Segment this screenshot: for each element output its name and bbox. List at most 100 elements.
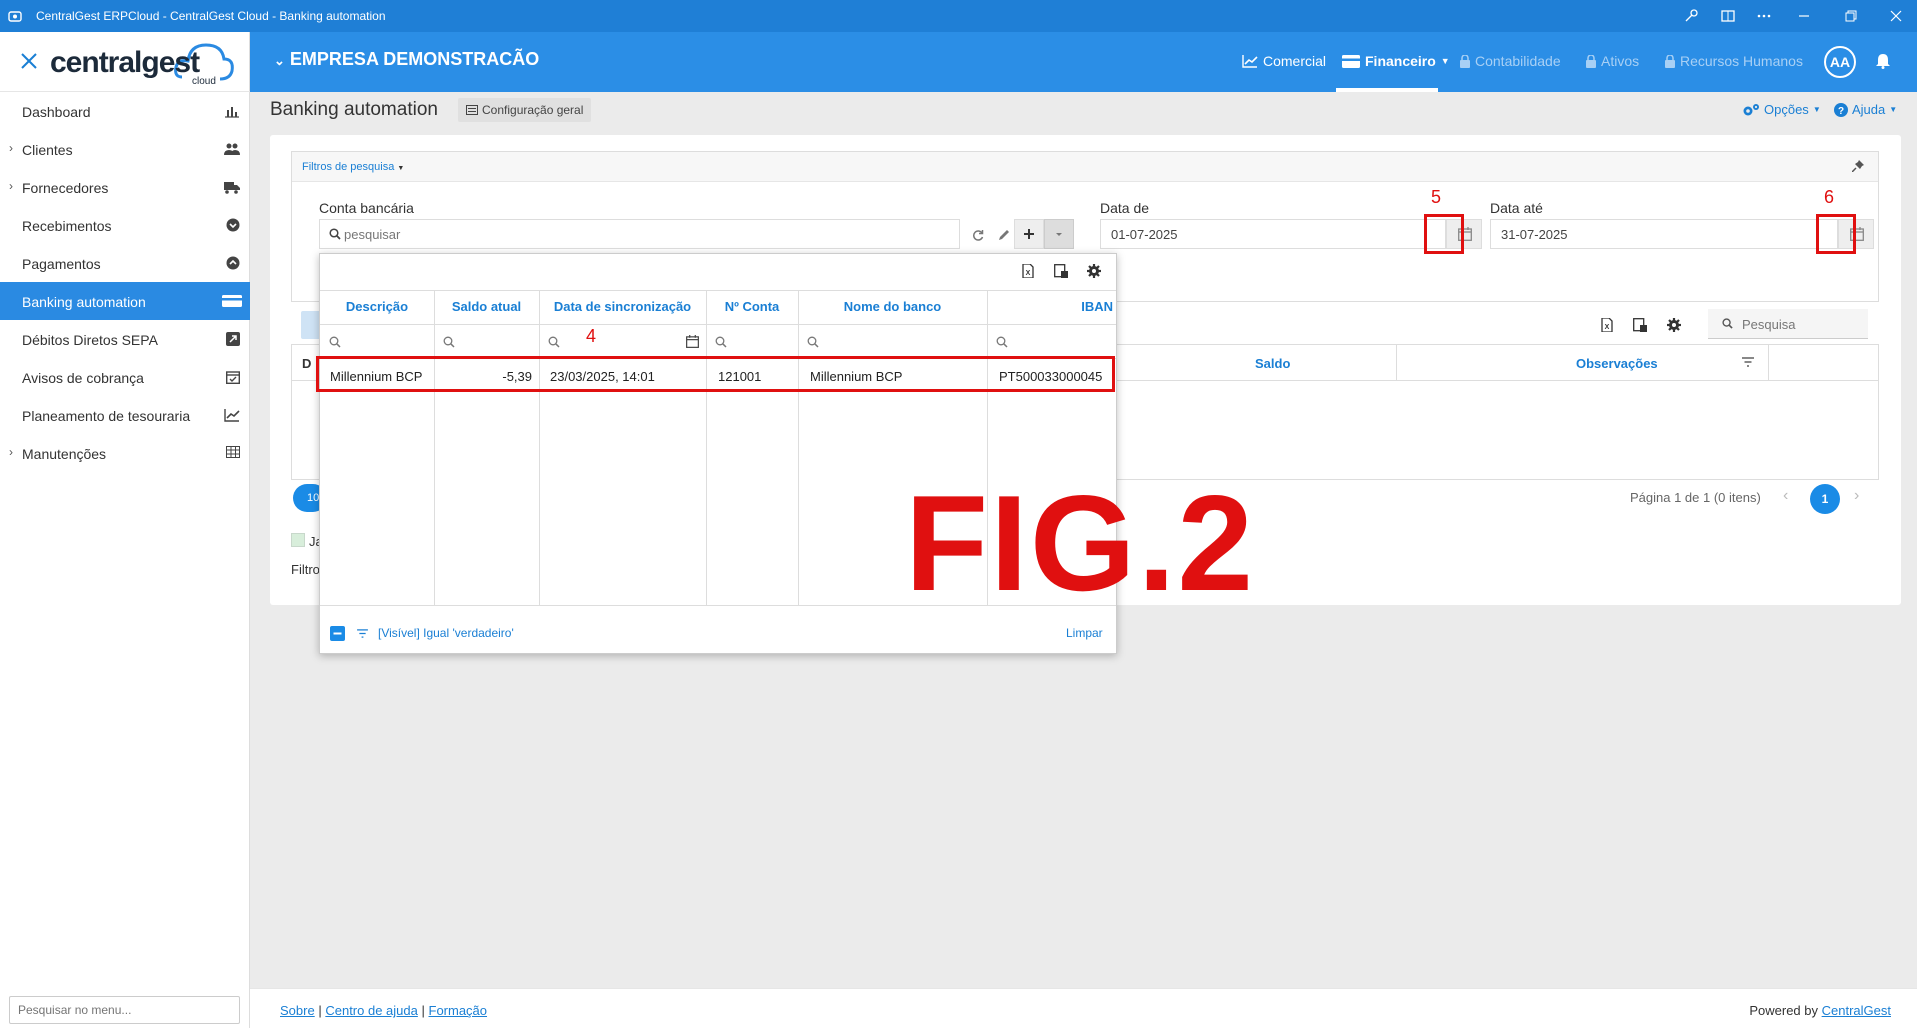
card-icon (1342, 54, 1360, 68)
cast-icon[interactable] (1720, 8, 1736, 24)
link-centro-ajuda[interactable]: Centro de ajuda (325, 1003, 418, 1018)
caret-down-icon: ▼ (1812, 105, 1821, 114)
bell-icon[interactable] (1876, 53, 1890, 69)
key-icon[interactable] (1683, 8, 1699, 24)
annotation-5: 5 (1431, 187, 1442, 207)
company-selector[interactable]: ⌄ EMPRESA DEMONSTRACÃO (274, 49, 539, 70)
ajuda-menu[interactable]: ? Ajuda ▼ (1834, 102, 1897, 117)
clear-filter-link[interactable]: Limpar (1066, 626, 1103, 640)
data-de-label: Data de (1100, 200, 1150, 216)
sidebar-item-planeamento-de-tesouraria[interactable]: Planeamento de tesouraria (0, 396, 250, 434)
nav-contabilidade: Contabilidade (1460, 53, 1561, 69)
col-nome-banco[interactable]: Nome do banco (798, 290, 987, 324)
sidebar-item-avisos-de-cobranca[interactable]: Avisos de cobrança (0, 358, 250, 396)
link-formacao[interactable]: Formação (429, 1003, 488, 1018)
search-icon[interactable] (807, 336, 819, 348)
grid-search-input[interactable]: Pesquisa (1708, 309, 1868, 339)
sidebar-item-dashboard[interactable]: Dashboard (0, 92, 250, 130)
add-button[interactable] (1014, 219, 1044, 249)
grid-first-col-fragment: D (302, 356, 312, 371)
search-icon[interactable] (548, 336, 560, 348)
close-menu-icon[interactable] (20, 52, 38, 70)
filters-header[interactable]: Filtros de pesquisa ▼ (292, 152, 1878, 182)
pager-next-icon[interactable]: › (1854, 487, 1859, 505)
annotation-box-date-from (1424, 214, 1464, 254)
pager-prev-icon[interactable]: ‹ (1783, 487, 1788, 505)
col-n-conta[interactable]: Nº Conta (706, 290, 798, 324)
lock-icon (1586, 54, 1596, 68)
col-data-sincronizacao[interactable]: Data de sincronização (539, 290, 706, 324)
app-header: ⌄ EMPRESA DEMONSTRACÃO Comercial Finance… (250, 32, 1917, 92)
sidebar-item-recebimentos[interactable]: Recebimentos (0, 206, 250, 244)
pager-current-page[interactable]: 1 (1810, 484, 1840, 514)
col-iban[interactable]: IBAN (987, 290, 1117, 324)
svg-text:X: X (1605, 324, 1610, 331)
nav-comercial[interactable]: Comercial (1242, 53, 1326, 69)
conta-bancaria-input[interactable]: pesquisar (319, 219, 960, 249)
column-chooser-icon[interactable] (1054, 264, 1068, 278)
sidebar-item-fornecedores[interactable]: › Fornecedores (0, 168, 250, 206)
sidebar-item-manutencoes[interactable]: › Manutenções (0, 434, 250, 472)
sidebar-item-pagamentos[interactable]: Pagamentos (0, 244, 250, 282)
opcoes-menu[interactable]: Opções ▼ (1742, 102, 1821, 117)
filter-enabled-checkbox[interactable] (330, 626, 345, 641)
nav-financeiro[interactable]: Financeiro ▼ (1342, 53, 1450, 69)
gear-icon[interactable] (1667, 318, 1681, 332)
link-sobre[interactable]: Sobre (280, 1003, 315, 1018)
avatar[interactable]: AA (1824, 46, 1856, 78)
config-geral-button[interactable]: Configuração geral (458, 98, 592, 122)
window-title: CentralGest ERPCloud - CentralGest Cloud… (36, 9, 386, 23)
chevron-right-icon: › (9, 179, 13, 193)
nav-recursos-humanos: Recursos Humanos (1665, 53, 1803, 69)
data-ate-input[interactable]: 31-07-2025 (1490, 219, 1838, 249)
gear-icon[interactable] (1087, 264, 1101, 278)
col-divider (706, 290, 707, 605)
active-nav-indicator (1336, 88, 1438, 92)
pager-info: Página 1 de 1 (0 itens) (1630, 490, 1761, 505)
restore-icon[interactable] (1843, 8, 1859, 24)
menu-search-input[interactable] (9, 996, 240, 1024)
close-window-icon[interactable] (1888, 8, 1904, 24)
external-icon (226, 332, 240, 346)
column-chooser-icon[interactable] (1633, 318, 1647, 332)
dropdown-toggle-button[interactable] (1044, 219, 1074, 249)
nav-ativos: Ativos (1586, 53, 1639, 69)
data-de-input[interactable]: 01-07-2025 (1100, 219, 1446, 249)
data-ate-label: Data até (1490, 200, 1543, 216)
more-icon[interactable] (1756, 8, 1772, 24)
annotation-6: 6 (1824, 187, 1835, 207)
calendar-check-icon (226, 370, 240, 384)
pin-icon[interactable] (1852, 160, 1864, 172)
search-icon[interactable] (443, 336, 455, 348)
export-excel-icon[interactable]: X (1600, 318, 1614, 332)
annotation-box-date-to (1816, 214, 1856, 254)
sidebar-item-debitos-diretos-sepa[interactable]: Débitos Diretos SEPA (0, 320, 250, 358)
col-descricao[interactable]: Descrição (320, 290, 434, 324)
legend-swatch (291, 533, 305, 547)
filter-expression[interactable]: [Visível] Igual 'verdadeiro' (378, 626, 514, 640)
bar-chart-icon (224, 104, 240, 118)
edit-icon[interactable] (998, 229, 1010, 241)
link-centralgest[interactable]: CentralGest (1822, 1003, 1891, 1018)
search-icon[interactable] (329, 336, 341, 348)
calendar-icon[interactable] (686, 335, 699, 348)
sidebar-item-banking-automation[interactable]: Banking automation (0, 282, 250, 320)
col-saldo-atual[interactable]: Saldo atual (434, 290, 539, 324)
refresh-icon[interactable] (972, 229, 984, 241)
search-icon[interactable] (996, 336, 1008, 348)
annotation-box-row (316, 356, 1115, 392)
grid-col-observacoes[interactable]: Observações (1576, 356, 1658, 371)
sidebar-item-clientes[interactable]: › Clientes (0, 130, 250, 168)
grid-col-saldo[interactable]: Saldo (1255, 356, 1290, 371)
users-icon (224, 142, 240, 156)
minimize-icon[interactable] (1796, 8, 1812, 24)
svg-text:?: ? (1838, 106, 1844, 117)
page-footer: Sobre | Centro de ajuda | Formação Power… (250, 988, 1917, 1028)
filter-icon[interactable] (1742, 357, 1754, 367)
table-icon (226, 446, 240, 458)
search-icon[interactable] (715, 336, 727, 348)
line-chart-icon (1242, 54, 1258, 68)
filter-icon (357, 629, 368, 638)
export-excel-icon[interactable]: X (1021, 264, 1035, 278)
search-icon (1722, 318, 1733, 329)
